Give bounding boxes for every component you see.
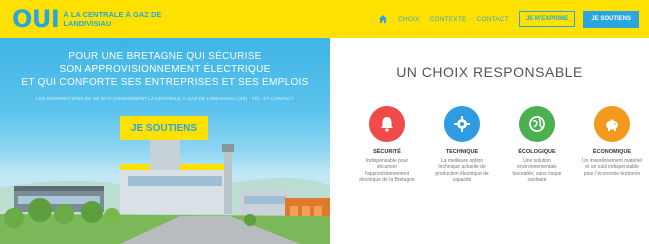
express-button[interactable]: Je m'exprime: [518, 11, 576, 27]
hero-headline: Pour une Bretagne qui sécurise son appro…: [0, 50, 330, 89]
hero-banner: Pour une Bretagne qui sécurise son appro…: [0, 38, 330, 244]
main-nav: Choix Contexte Contact Je m'exprime Je s…: [378, 0, 639, 38]
support-button[interactable]: Je soutiens: [583, 10, 639, 28]
piggy-bank-icon: [594, 106, 630, 142]
top-navigation-bar: OUI À la centrale à gaz de Landivisiau C…: [0, 0, 649, 38]
nav-link-contexte[interactable]: Contexte: [430, 16, 467, 23]
feature-description: La meilleure option technique actuelle d…: [435, 158, 489, 184]
feature-description: Indispensable pour sécuriser l'approvisi…: [359, 158, 415, 184]
nav-link-contact[interactable]: Contact: [477, 16, 509, 23]
feature-ecologique[interactable]: Écologique Une solution environnementale…: [502, 106, 572, 184]
home-icon[interactable]: [378, 14, 388, 24]
feature-description: Un investissement matériel et un outil i…: [581, 158, 643, 177]
globe-icon: [519, 106, 555, 142]
hero-subtext: Les informations de ce site concernent l…: [36, 96, 294, 101]
feature-description: Une solution environnementale favorable,…: [512, 158, 562, 184]
section-title: Un choix responsable: [396, 64, 583, 80]
feature-title: Sécurité: [373, 149, 401, 155]
hero-headline-line1: Pour une Bretagne qui sécurise: [68, 51, 262, 62]
feature-title: Écologique: [518, 149, 556, 155]
hero-headline-line3: et qui conforte ses entreprises et ses e…: [21, 77, 309, 88]
logo-tagline: À la centrale à gaz de Landivisiau: [63, 10, 162, 28]
feature-securite[interactable]: Sécurité Indispensable pour sécuriser l'…: [352, 106, 422, 184]
site-logo[interactable]: OUI À la centrale à gaz de Landivisiau: [12, 7, 173, 31]
feature-title: Technique: [445, 149, 479, 155]
feature-economique[interactable]: Économique Un investissement matériel et…: [577, 106, 647, 177]
bell-icon: [369, 106, 405, 142]
feature-technique[interactable]: Technique La meilleure option technique …: [427, 106, 497, 184]
logo-oui: OUI: [12, 5, 60, 33]
nav-link-choix[interactable]: Choix: [398, 16, 420, 23]
hero-headline-line2: son approvisionnement électrique: [59, 64, 271, 75]
feature-title: Économique: [592, 149, 632, 155]
hero-support-button[interactable]: Je soutiens: [120, 116, 208, 140]
features-section: Un choix responsable Sécurité Indispensa…: [330, 38, 649, 244]
gear-icon: [444, 106, 480, 142]
